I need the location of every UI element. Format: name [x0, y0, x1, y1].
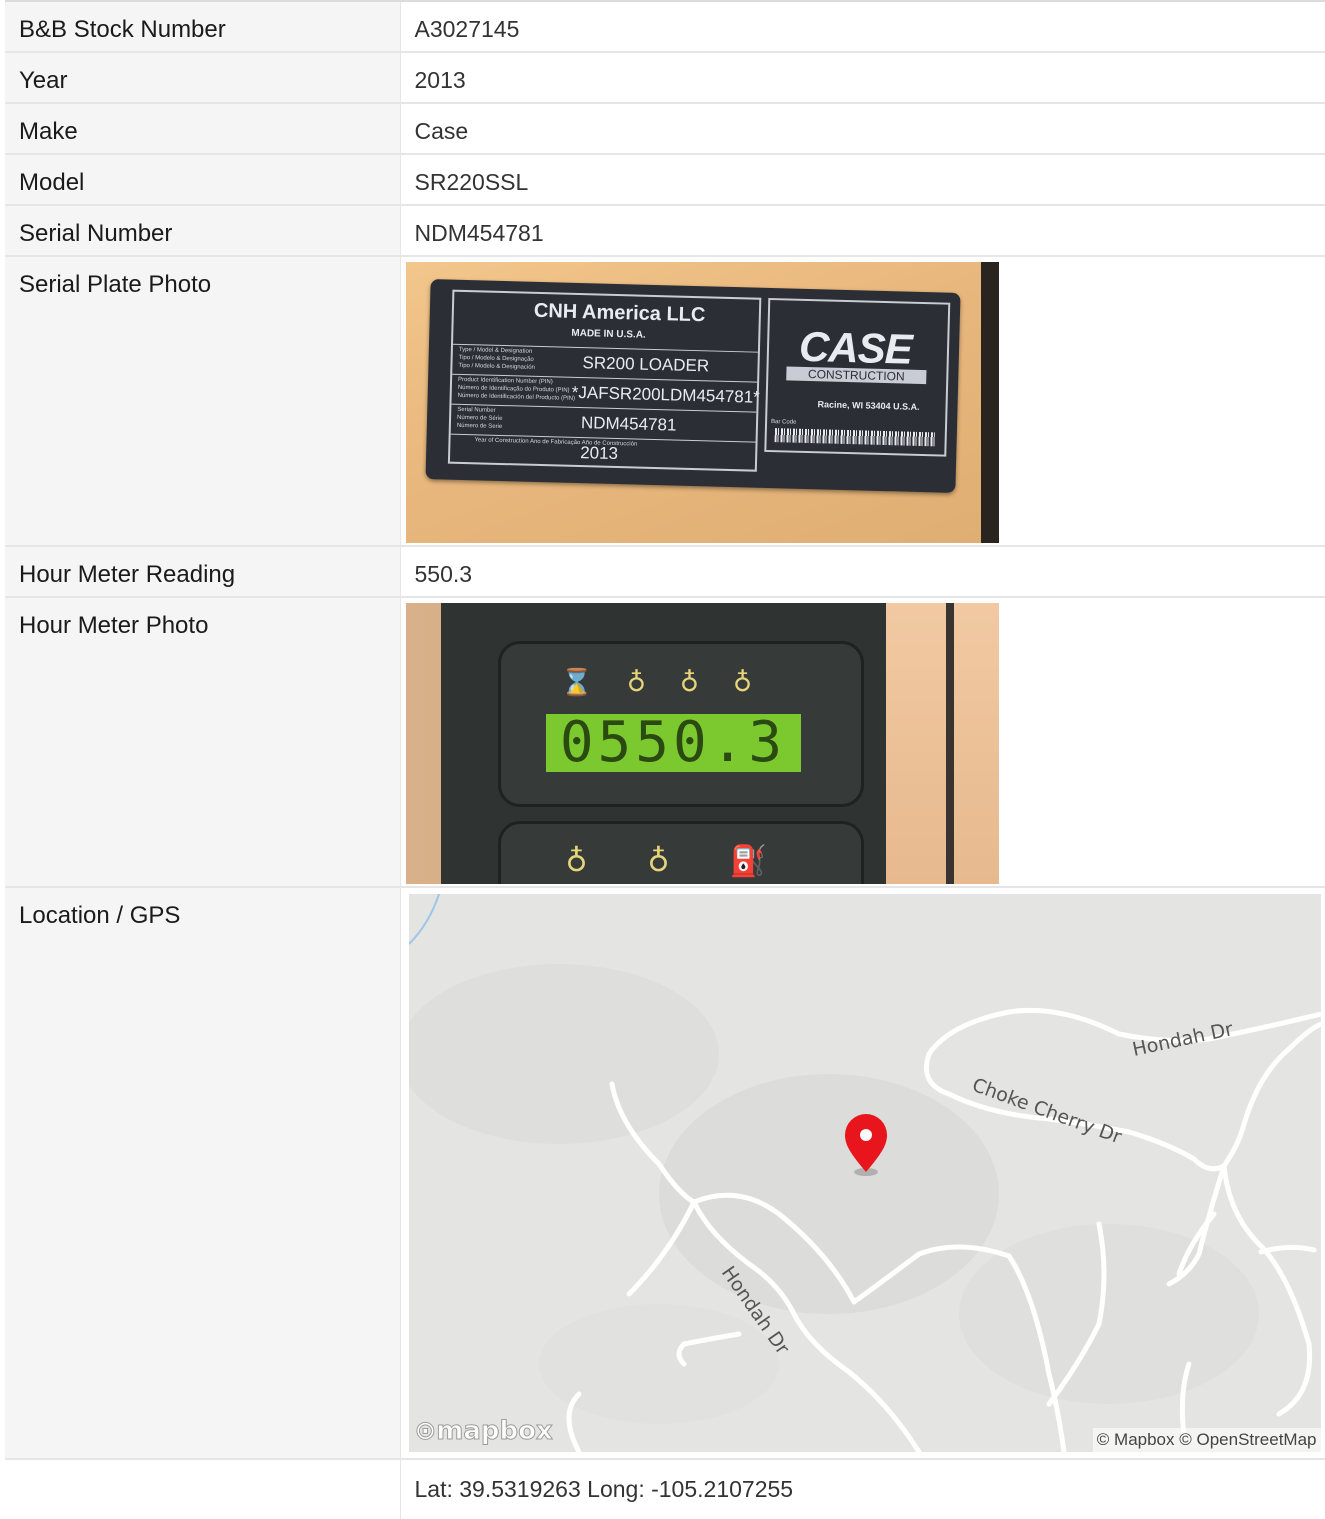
plate-made-in: MADE IN U.S.A. — [570, 327, 646, 341]
table-row: Hour Meter Reading 550.3 — [5, 545, 1325, 597]
row-value: A3027145 — [400, 0, 1325, 52]
row-label: Location / GPS — [5, 886, 401, 1459]
equipment-spec-table: B&B Stock Number A3027145 Year 2013 Make… — [5, 0, 1325, 1519]
mapbox-logo[interactable]: ⊙mapbox — [414, 1416, 553, 1447]
table-row: Hour Meter Photo ⌛♁♁♁ 0550.3 ♁♁⛽ — [5, 596, 1325, 887]
case-logo: CASE — [797, 322, 912, 373]
plate-year-value: 2013 — [579, 443, 618, 464]
row-label-empty — [5, 1458, 401, 1519]
row-value: 2013 — [400, 51, 1325, 103]
plate-barcode-label: Bar Code — [770, 419, 797, 426]
case-construction-label: CONSTRUCTION — [785, 366, 926, 385]
row-label: B&B Stock Number — [5, 0, 401, 52]
row-label: Make — [5, 102, 401, 154]
gps-coordinates: Lat: 39.5319263 Long: -105.2107255 — [400, 1458, 1325, 1519]
table-row: B&B Stock Number A3027145 — [5, 0, 1325, 52]
instrument-panel: ⌛♁♁♁ 0550.3 ♁♁⛽ — [440, 603, 886, 884]
row-value: 550.3 — [400, 545, 1325, 597]
plate-address: Racine, WI 53404 U.S.A. — [816, 399, 920, 412]
hour-meter-photo[interactable]: ⌛♁♁♁ 0550.3 ♁♁⛽ — [405, 603, 999, 884]
table-row: Serial Plate Photo CNH America LLC MADE … — [5, 255, 1325, 546]
plate-pin-value: *JAFSR200LDM454781* — [571, 382, 760, 407]
table-row: Make Case — [5, 102, 1325, 154]
plate-type-value: SR200 LOADER — [581, 353, 709, 376]
table-row: Lat: 39.5319263 Long: -105.2107255 — [5, 1458, 1325, 1519]
table-row: Location / GPS Hondah Dr Choke Cherry Dr… — [5, 886, 1325, 1459]
row-value: SR220SSL — [400, 153, 1325, 205]
row-label: Serial Number — [5, 204, 401, 256]
barcode — [774, 428, 935, 447]
row-label: Serial Plate Photo — [5, 255, 401, 546]
plate-serial-label: Serial Number Número de Série Número de … — [456, 406, 503, 431]
plate-pin-label: Product Identification Number (PIN) Núme… — [457, 376, 575, 402]
plate-serial-value: NDM454781 — [580, 413, 677, 435]
hour-meter-photo-cell: ⌛♁♁♁ 0550.3 ♁♁⛽ — [400, 596, 1325, 887]
row-value: Case — [400, 102, 1325, 154]
map-attribution[interactable]: © Mapbox © OpenStreetMap — [1092, 1428, 1321, 1452]
table-row: Serial Number NDM454781 — [5, 204, 1325, 256]
row-label: Year — [5, 51, 401, 103]
fuel-icon: ♁♁⛽ — [565, 844, 827, 879]
location-map[interactable]: Hondah Dr Choke Cherry Dr Hondah Dr ⊙map… — [408, 894, 1321, 1452]
row-label: Hour Meter Photo — [5, 596, 401, 887]
table-row: Year 2013 — [5, 51, 1325, 103]
plate-company: CNH America LLC — [533, 299, 706, 327]
row-label: Model — [5, 153, 401, 205]
hour-meter-lcd: 0550.3 — [545, 714, 801, 772]
table-row: Model SR220SSL — [5, 153, 1325, 205]
row-label: Hour Meter Reading — [5, 545, 401, 597]
map-cell: Hondah Dr Choke Cherry Dr Hondah Dr ⊙map… — [400, 886, 1325, 1459]
serial-plate-photo[interactable]: CNH America LLC MADE IN U.S.A. Type / Mo… — [405, 262, 999, 543]
warning-icons: ⌛♁♁♁ — [560, 668, 787, 698]
serial-plate: CNH America LLC MADE IN U.S.A. Type / Mo… — [424, 279, 961, 493]
row-value: NDM454781 — [400, 204, 1325, 256]
serial-plate-photo-cell: CNH America LLC MADE IN U.S.A. Type / Mo… — [400, 255, 1325, 546]
plate-type-label: Type / Model & Designation Tipo / Modelo… — [457, 346, 535, 371]
map-canvas: Hondah Dr Choke Cherry Dr Hondah Dr — [408, 894, 1321, 1452]
